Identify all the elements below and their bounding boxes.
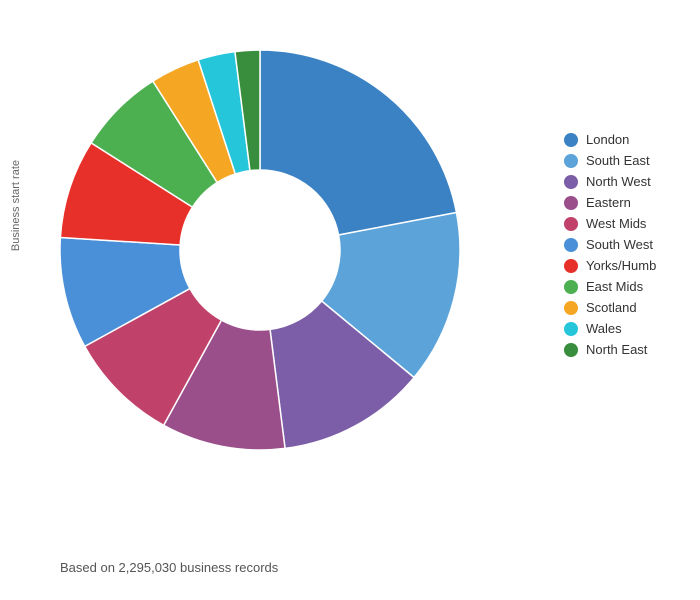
legend-item-south-west: South West [560, 235, 700, 254]
legend-dot [564, 280, 578, 294]
legend-dot [564, 217, 578, 231]
footer-text: Based on 2,295,030 business records [60, 560, 278, 575]
legend-label: South West [586, 237, 653, 252]
legend-label: Wales [586, 321, 622, 336]
legend-item-west-mids: West Mids [560, 214, 700, 233]
legend-item-yorks-humb: Yorks/Humb [560, 256, 700, 275]
legend-label: London [586, 132, 629, 147]
legend-dot [564, 343, 578, 357]
legend-dot [564, 175, 578, 189]
legend-dot [564, 322, 578, 336]
legend-item-north-east: North East [560, 340, 700, 359]
legend-label: Yorks/Humb [586, 258, 656, 273]
legend-label: South East [586, 153, 650, 168]
legend-item-eastern: Eastern [560, 193, 700, 212]
legend-dot [564, 154, 578, 168]
legend-item-north-west: North West [560, 172, 700, 191]
legend-label: Eastern [586, 195, 631, 210]
legend-dot [564, 259, 578, 273]
legend-label: North West [586, 174, 651, 189]
legend-item-scotland: Scotland [560, 298, 700, 317]
legend-dot [564, 238, 578, 252]
legend-dot [564, 301, 578, 315]
legend-dot [564, 196, 578, 210]
legend-label: Scotland [586, 300, 637, 315]
pie-segment-london [260, 50, 456, 235]
legend-item-south-east: South East [560, 151, 700, 170]
legend-item-east-mids: East Mids [560, 277, 700, 296]
chart-legend: London South East North West Eastern West Mi… [560, 130, 700, 359]
legend-item-wales: Wales [560, 319, 700, 338]
legend-label: East Mids [586, 279, 643, 294]
pie-chart [30, 20, 510, 500]
legend-label: West Mids [586, 216, 646, 231]
legend-label: North East [586, 342, 647, 357]
legend-item-london: London [560, 130, 700, 149]
y-axis-label: Business start rate [10, 160, 30, 251]
legend-dot [564, 133, 578, 147]
